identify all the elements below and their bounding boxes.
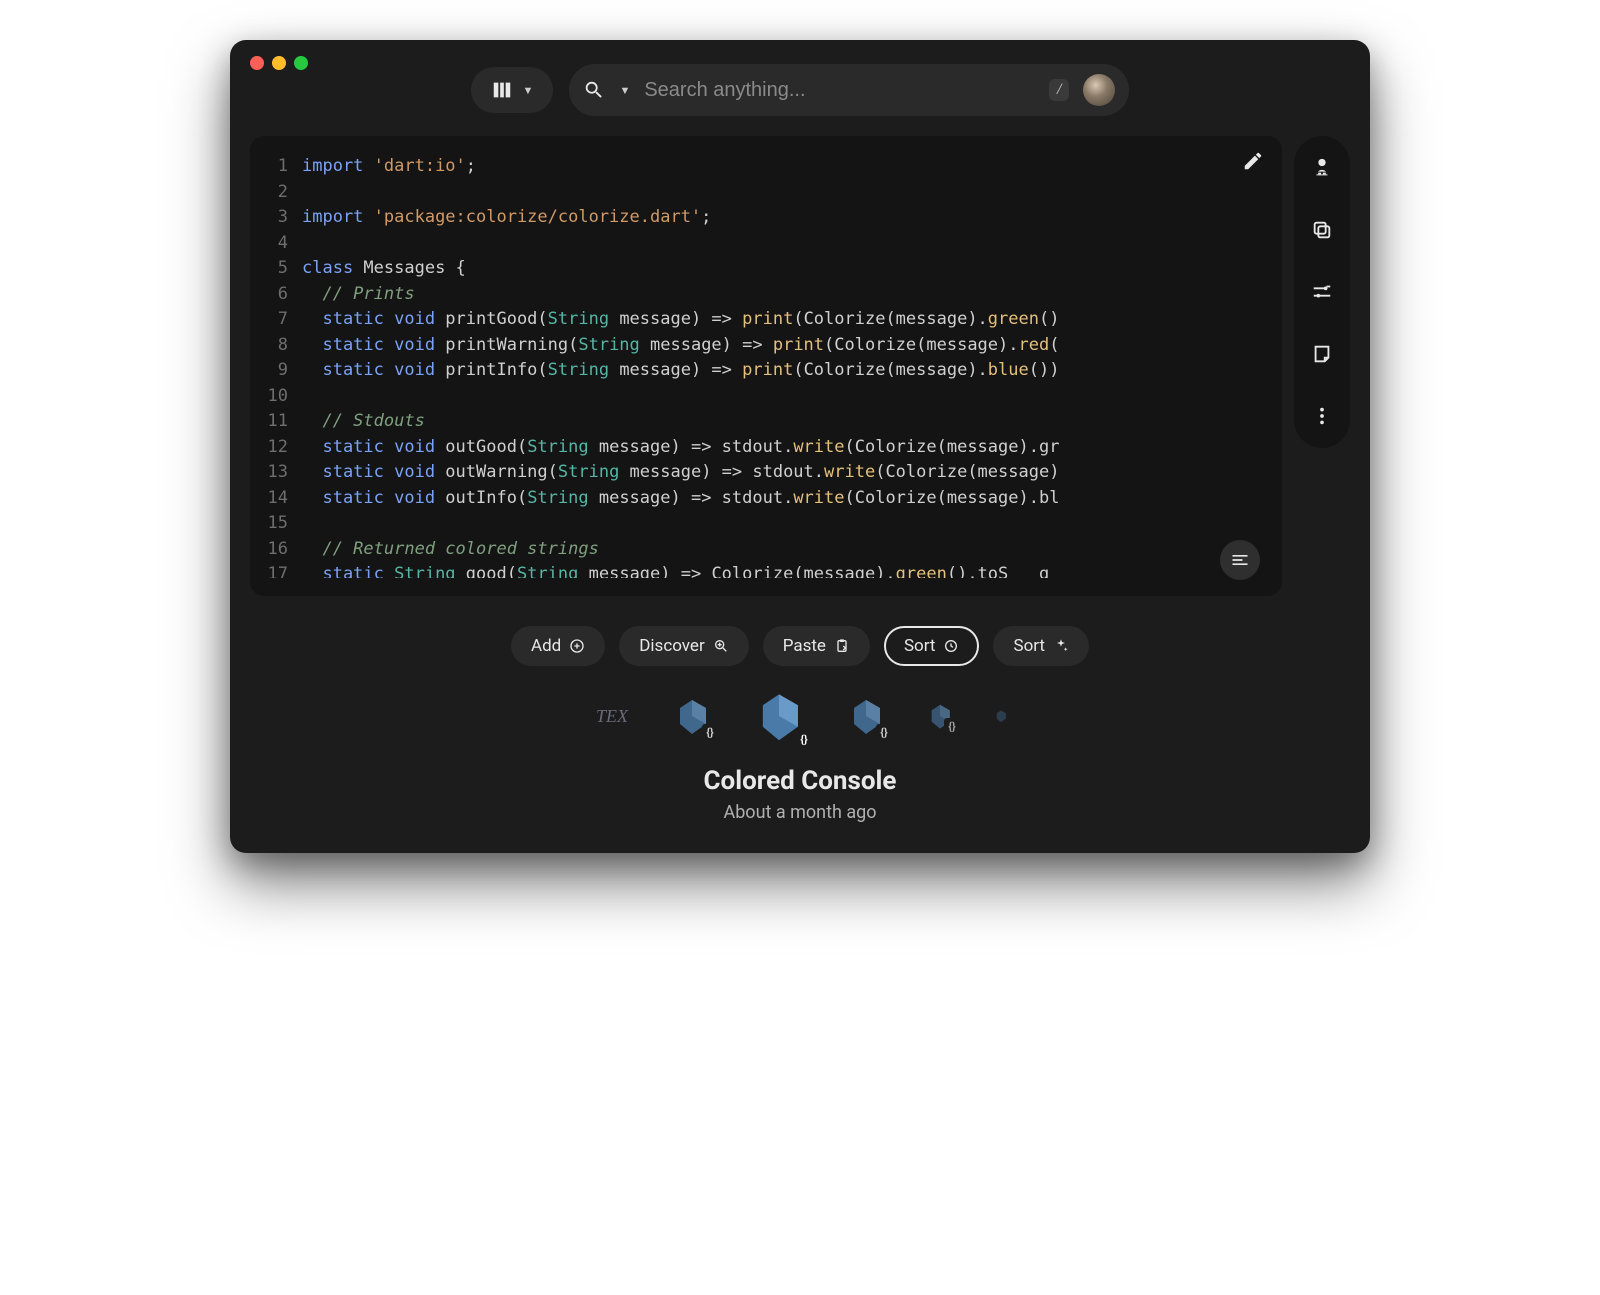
search-icon (583, 79, 605, 101)
share-button[interactable] (1310, 156, 1334, 180)
code-content: 1import 'dart:io';23import 'package:colo… (250, 154, 1282, 578)
carousel-item-active[interactable]: {} (752, 689, 806, 743)
sticky-note-icon (1311, 343, 1333, 365)
tex-icon: TEX (596, 706, 628, 727)
code-line: 17 static String good(String message) =>… (250, 562, 1282, 578)
code-line: 6 // Prints (250, 282, 1282, 308)
clipboard-paste-icon (834, 638, 850, 654)
more-vertical-icon (1311, 405, 1333, 427)
window-close-button[interactable] (250, 56, 264, 70)
snippet-caption: Colored Console About a month ago (230, 766, 1370, 823)
code-braces-icon: {} (876, 724, 892, 740)
layout-switcher[interactable]: ▼ (471, 67, 554, 113)
snippet-timestamp: About a month ago (230, 802, 1370, 823)
code-line: 2 (250, 180, 1282, 206)
chevron-down-icon: ▼ (619, 84, 630, 97)
code-braces-icon: {} (702, 724, 718, 740)
discover-chip[interactable]: Discover (619, 626, 748, 666)
topbar: ▼ ▼ / (230, 60, 1370, 136)
search-input[interactable] (644, 79, 1035, 102)
code-braces-icon: {} (796, 731, 812, 747)
snippet-carousel: TEX {} {} {} {} (230, 684, 1370, 748)
code-line: 15 (250, 511, 1282, 537)
code-line: 4 (250, 231, 1282, 257)
wrap-text-icon (1230, 550, 1250, 570)
code-line: 7 static void printGood(String message) … (250, 307, 1282, 333)
wrap-lines-button[interactable] (1220, 540, 1260, 580)
copy-icon (1311, 219, 1333, 241)
layout-columns-icon (491, 79, 513, 101)
pencil-icon (1242, 150, 1264, 172)
person-link-icon (1311, 157, 1333, 179)
chip-label: Add (531, 636, 561, 656)
code-line: 12 static void outGood(String message) =… (250, 435, 1282, 461)
settings-button[interactable] (1310, 280, 1334, 304)
carousel-item[interactable]: TEX (592, 696, 632, 736)
sparkles-icon (1053, 638, 1069, 654)
code-line: 11 // Stdouts (250, 409, 1282, 435)
chip-label: Discover (639, 636, 704, 656)
code-line: 10 (250, 384, 1282, 410)
carousel-item[interactable] (994, 709, 1008, 723)
notes-button[interactable] (1310, 342, 1334, 366)
add-chip[interactable]: Add (511, 626, 605, 666)
chevron-down-icon: ▼ (523, 84, 534, 97)
code-line: 5class Messages { (250, 256, 1282, 282)
sort-magic-chip[interactable]: Sort (993, 626, 1089, 666)
side-rail (1294, 136, 1350, 448)
code-line: 1import 'dart:io'; (250, 154, 1282, 180)
code-line: 8 static void printWarning(String messag… (250, 333, 1282, 359)
window-minimize-button[interactable] (272, 56, 286, 70)
window-zoom-button[interactable] (294, 56, 308, 70)
code-line: 9 static void printInfo(String message) … (250, 358, 1282, 384)
code-line: 16 // Returned colored strings (250, 537, 1282, 563)
zoom-in-icon (713, 638, 729, 654)
chip-label: Sort (904, 636, 936, 656)
tune-icon (1311, 281, 1333, 303)
chip-label: Paste (783, 636, 826, 656)
chip-label: Sort (1013, 636, 1045, 656)
search-bar[interactable]: ▼ / (569, 64, 1129, 116)
carousel-item[interactable]: {} (846, 696, 886, 736)
plus-circle-icon (569, 638, 585, 654)
snippet-title: Colored Console (230, 766, 1370, 796)
sort-time-chip[interactable]: Sort (884, 626, 980, 666)
avatar[interactable] (1083, 74, 1115, 106)
copy-button[interactable] (1310, 218, 1334, 242)
search-shortcut-hint: / (1049, 79, 1069, 101)
code-line: 14 static void outInfo(String message) =… (250, 486, 1282, 512)
edit-button[interactable] (1242, 150, 1264, 176)
carousel-item[interactable]: {} (926, 702, 954, 730)
code-braces-icon: {} (944, 718, 960, 734)
carousel-item[interactable]: {} (672, 696, 712, 736)
code-snippet-card: 1import 'dart:io';23import 'package:colo… (250, 136, 1282, 596)
paste-chip[interactable]: Paste (763, 626, 870, 666)
app-window: ▼ ▼ / 1import 'dart:io';23import 'packag… (230, 40, 1370, 853)
code-line: 13 static void outWarning(String message… (250, 460, 1282, 486)
action-row: Add Discover Paste Sort Sort (230, 626, 1370, 666)
code-line: 3import 'package:colorize/colorize.dart'… (250, 205, 1282, 231)
code-scroll[interactable]: 1import 'dart:io';23import 'package:colo… (250, 154, 1282, 578)
dart-logo-icon (994, 709, 1008, 723)
more-button[interactable] (1310, 404, 1334, 428)
clock-icon (943, 638, 959, 654)
